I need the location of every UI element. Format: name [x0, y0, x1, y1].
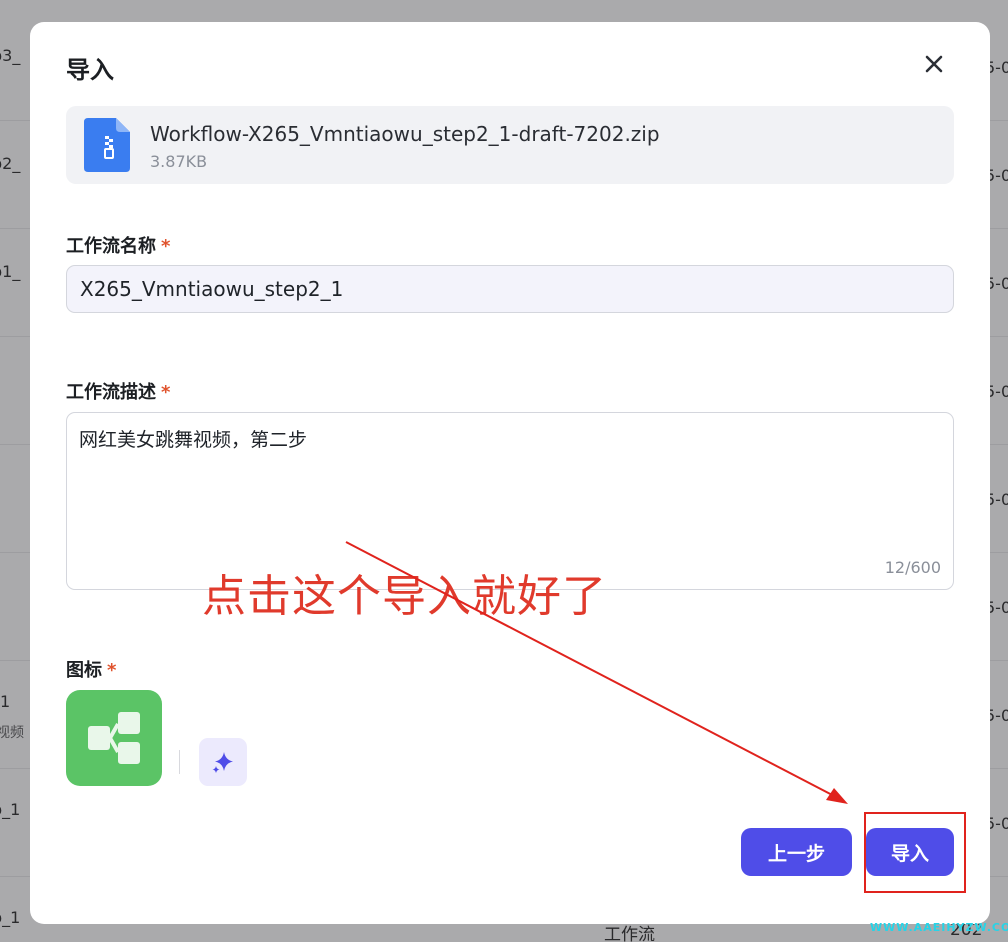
watermark: WWW.AAEIHYZW.COM — [870, 921, 1008, 934]
bg-row-name: p2_ — [0, 154, 21, 173]
desc-value: 网红美女跳舞视频，第二步 — [79, 429, 308, 451]
required-mark: * — [107, 660, 117, 681]
annotation-text: 点击这个导入就好了 — [202, 571, 607, 622]
sparkle-icon[interactable] — [199, 738, 247, 786]
workflow-icon[interactable] — [66, 690, 162, 786]
divider — [179, 750, 180, 774]
file-size: 3.87KB — [150, 152, 208, 171]
uploaded-file-card: Workflow-X265_Vmntiaowu_step2_1-draft-72… — [66, 106, 954, 184]
annotation-highlight-box — [864, 812, 966, 893]
prev-step-button[interactable]: 上一步 — [741, 828, 852, 876]
zip-file-icon — [84, 118, 132, 172]
import-dialog: 导入 Workflow-X265_Vmntiaowu_step2_1-draft… — [30, 22, 990, 924]
bg-row-name: p_1 — [0, 908, 21, 927]
char-count: 12/600 — [884, 558, 941, 577]
bg-row-desc: 视频 — [0, 725, 24, 741]
bg-row-name: p1_ — [0, 262, 21, 281]
bg-row-name: p_1 — [0, 800, 21, 819]
icon-label: 图标 * — [66, 660, 117, 681]
workflow-name-input[interactable] — [66, 265, 954, 313]
required-mark: * — [161, 236, 171, 257]
required-mark: * — [161, 382, 171, 403]
bg-row-name: p3_ — [0, 46, 21, 65]
workflow-desc-label: 工作流描述 * — [66, 382, 171, 403]
dialog-title: 导入 — [66, 56, 114, 84]
file-name: Workflow-X265_Vmntiaowu_step2_1-draft-72… — [150, 122, 660, 146]
workflow-name-label: 工作流名称 * — [66, 236, 171, 257]
close-icon[interactable] — [922, 52, 946, 76]
bg-row-name: 1 — [0, 692, 11, 711]
